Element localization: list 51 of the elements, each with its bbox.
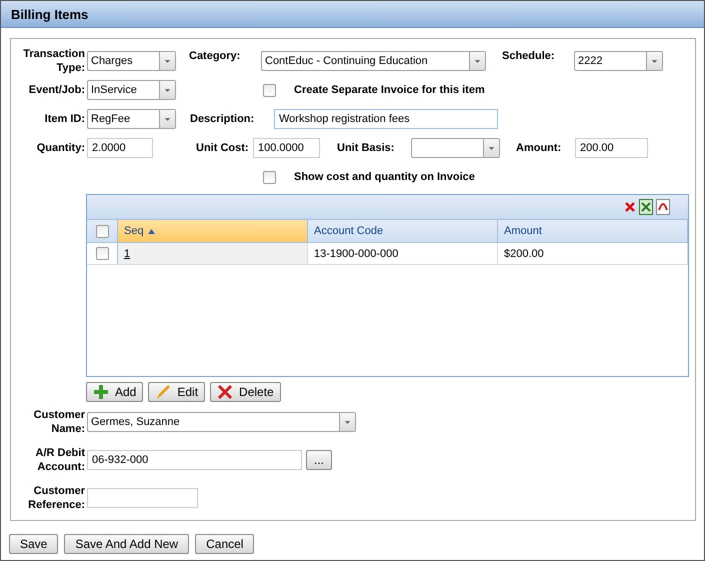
description-field[interactable]: Workshop registration fees bbox=[274, 109, 498, 129]
account-field[interactable]: 06-932-000 bbox=[87, 450, 302, 470]
checkbox-label: Show cost and quantity on Invoice bbox=[294, 171, 475, 183]
field-label: Description: bbox=[190, 112, 256, 126]
cross-icon bbox=[217, 384, 234, 400]
item-id-dropdown[interactable]: RegFee bbox=[87, 109, 176, 129]
row-link[interactable]: 1 bbox=[124, 248, 130, 260]
field-label: Customer Name: bbox=[32, 408, 85, 436]
unit-basis-dropdown[interactable] bbox=[411, 138, 500, 158]
column-header[interactable]: Amount bbox=[498, 220, 688, 242]
footer-button[interactable]: Save And Add New bbox=[64, 534, 190, 554]
delete-icon[interactable] bbox=[624, 201, 636, 213]
customer-name-dropdown[interactable]: Germes, Suzanne bbox=[87, 412, 356, 432]
field-label: Schedule: bbox=[502, 49, 556, 63]
select-all-checkbox[interactable] bbox=[96, 224, 108, 238]
unit-cost-field[interactable]: 100.0000 bbox=[253, 138, 320, 158]
category-dropdown[interactable]: ContEduc - Continuing Education bbox=[261, 51, 486, 71]
delete-button[interactable]: Delete bbox=[210, 382, 281, 402]
schedule-dropdown[interactable]: 2222 bbox=[574, 51, 663, 71]
edit-button[interactable]: Edit bbox=[148, 382, 206, 402]
plus-icon bbox=[93, 384, 109, 400]
browse-button[interactable]: ... bbox=[306, 450, 332, 470]
field-label: Quantity: bbox=[36, 141, 85, 155]
field-label: Unit Cost: bbox=[196, 141, 250, 155]
customer-reference-field[interactable] bbox=[87, 488, 198, 508]
event-job-dropdown[interactable]: InService bbox=[87, 80, 176, 100]
footer-button[interactable]: Cancel bbox=[195, 534, 254, 554]
field-label: Item ID: bbox=[44, 112, 85, 126]
sort-ascending-icon bbox=[148, 228, 155, 234]
window-title: Billing Items bbox=[1, 1, 704, 28]
row-checkbox[interactable] bbox=[96, 247, 108, 260]
field-label: Category: bbox=[189, 49, 242, 63]
field-label: Unit Basis: bbox=[337, 141, 396, 155]
field-label: Transaction Type: bbox=[22, 47, 85, 75]
column-header[interactable]: Account Code bbox=[308, 220, 498, 242]
amount-field[interactable]: 200.00 bbox=[575, 138, 648, 158]
field-label: Amount: bbox=[516, 141, 562, 155]
field-label: Event/Job: bbox=[28, 83, 85, 97]
field-label: A/R Debit Account: bbox=[34, 446, 85, 474]
column-header[interactable]: Seq bbox=[118, 220, 308, 242]
transaction-type-dropdown[interactable]: Charges bbox=[87, 51, 176, 71]
footer-button[interactable]: Save bbox=[9, 534, 58, 554]
quantity-field[interactable]: 2.0000 bbox=[87, 138, 153, 158]
field-label: Customer Reference: bbox=[27, 484, 85, 512]
table-cell: $200.00 bbox=[504, 248, 544, 260]
checkbox[interactable] bbox=[263, 84, 276, 96]
checkbox-label: Create Separate Invoice for this item bbox=[294, 84, 485, 96]
table-cell: 13-1900-000-000 bbox=[314, 248, 398, 260]
add-button[interactable]: Add bbox=[86, 382, 144, 402]
checkbox[interactable] bbox=[263, 170, 276, 184]
pencil-icon bbox=[155, 384, 172, 400]
